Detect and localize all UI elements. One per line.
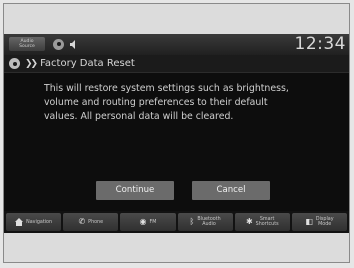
nav-fm[interactable]: ◉ FM <box>120 213 176 231</box>
bottom-nav-bar: Navigation ✆ Phone ◉ FM ᛒ Bluetooth Audi… <box>4 211 349 233</box>
continue-button[interactable]: Continue <box>96 181 174 200</box>
page-title-text: Factory Data Reset <box>40 58 135 69</box>
nav-label: Navigation <box>26 219 53 225</box>
speaker-icon <box>70 39 75 49</box>
shortcuts-icon: ✱ <box>245 217 253 226</box>
radio-icon: ◉ <box>139 217 147 226</box>
nav-navigation[interactable]: Navigation <box>6 213 62 231</box>
audio-source-button[interactable]: Audio Source <box>9 37 45 51</box>
bluetooth-icon: ᛒ <box>189 217 195 226</box>
page-title: ❯❯ Factory Data Reset <box>25 56 135 72</box>
nav-label: Bluetooth Audio <box>197 217 221 227</box>
infotainment-screen: Audio Source 12:34 ❯❯ Factory Data Reset … <box>4 34 349 233</box>
phone-icon: ✆ <box>78 217 86 226</box>
nav-label: Phone <box>88 219 104 225</box>
nav-label: Smart Shortcuts <box>255 217 279 227</box>
nav-label: FM <box>149 219 157 225</box>
back-settings-icon[interactable] <box>9 58 20 69</box>
display-mode-icon: ◧ <box>305 217 313 226</box>
nav-smart-shortcuts[interactable]: ✱ Smart Shortcuts <box>234 213 290 231</box>
nav-bluetooth-audio[interactable]: ᛒ Bluetooth Audio <box>177 213 233 231</box>
message-line: This will restore system settings such a… <box>44 83 289 94</box>
reset-message: This will restore system settings such a… <box>44 82 340 124</box>
breadcrumb-chevron-icon: ❯❯ <box>25 59 38 69</box>
nav-display-mode[interactable]: ◧ Display Mode <box>291 213 348 231</box>
title-bar: ❯❯ Factory Data Reset <box>4 55 349 73</box>
nav-label: Display Mode <box>315 217 334 227</box>
status-bar: Audio Source 12:34 <box>4 34 349 55</box>
cancel-button[interactable]: Cancel <box>192 181 270 200</box>
status-indicator-icon <box>53 38 64 50</box>
nav-phone[interactable]: ✆ Phone <box>63 213 119 231</box>
message-line: values. All personal data will be cleare… <box>44 111 234 122</box>
status-icons <box>53 38 78 50</box>
message-line: volume and routing preferences to their … <box>44 97 268 108</box>
house-icon <box>15 218 24 226</box>
clock: 12:34 <box>294 34 346 54</box>
